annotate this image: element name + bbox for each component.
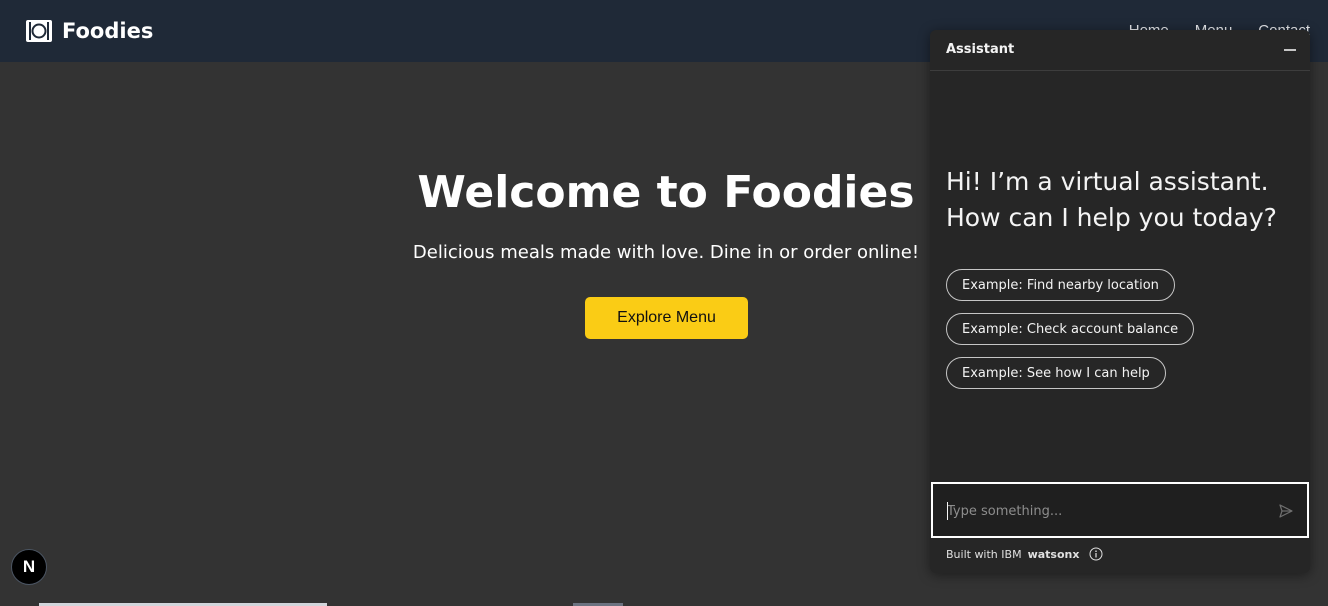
assistant-header: Assistant: [930, 30, 1310, 71]
explore-menu-button[interactable]: Explore Menu: [585, 297, 748, 339]
info-icon[interactable]: [1089, 547, 1103, 561]
text-caret: [947, 502, 948, 520]
example-see-help-button[interactable]: Example: See how I can help: [946, 357, 1166, 389]
example-check-balance-button[interactable]: Example: Check account balance: [946, 313, 1195, 345]
brand-name: Foodies: [62, 19, 154, 43]
brand[interactable]: Foodies: [26, 18, 153, 44]
assistant-panel: Assistant Hi! I’m a virtual assistant. H…: [930, 30, 1310, 573]
footer-prefix: Built with IBM: [946, 547, 1022, 561]
footer-brand: watsonx: [1027, 547, 1080, 561]
assistant-footer: Built with IBM watsonx: [946, 547, 1103, 561]
example-find-location-button[interactable]: Example: Find nearby location: [946, 269, 1175, 301]
message-input-box: [931, 482, 1309, 538]
plate-cutlery-icon: [26, 20, 52, 42]
next-badge-label: N: [22, 557, 36, 576]
greeting-line: Hi! I’m a virtual assistant.: [946, 167, 1269, 196]
assistant-greeting: Hi! I’m a virtual assistant. How can I h…: [946, 164, 1296, 236]
minimize-icon: [1284, 49, 1296, 51]
greeting-line: How can I help you today?: [946, 203, 1277, 232]
assistant-title: Assistant: [946, 42, 1015, 57]
send-icon[interactable]: [1279, 504, 1293, 518]
minimize-button[interactable]: [1280, 40, 1300, 60]
example-prompts: Example: Find nearby location Example: C…: [946, 269, 1195, 401]
message-input[interactable]: [947, 501, 1267, 521]
next-dev-badge[interactable]: N: [11, 549, 47, 585]
